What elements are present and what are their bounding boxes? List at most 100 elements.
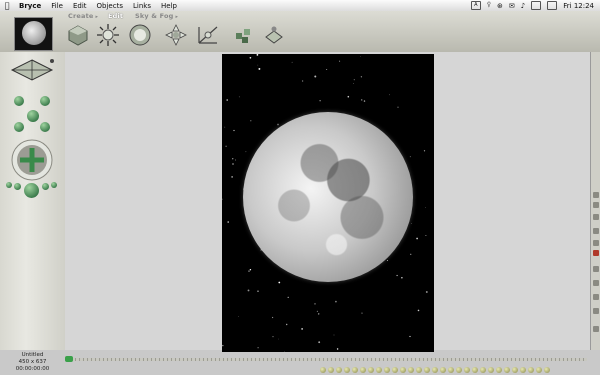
memory-dot[interactable] <box>416 367 422 373</box>
cross-control-bottom-left[interactable] <box>14 122 24 132</box>
memory-dot[interactable] <box>392 367 398 373</box>
memory-dot[interactable] <box>336 367 342 373</box>
star <box>232 163 234 165</box>
side-tool-1[interactable] <box>593 192 599 198</box>
memory-dot[interactable] <box>368 367 374 373</box>
menu-edit[interactable]: Edit <box>68 2 92 10</box>
side-tool-10[interactable] <box>593 308 599 314</box>
memory-dot[interactable] <box>504 367 510 373</box>
status-symbol-2[interactable]: ⊛ <box>497 2 503 10</box>
flag-icon[interactable] <box>547 1 558 10</box>
reposition-icon[interactable] <box>164 23 188 47</box>
star <box>222 198 223 200</box>
rotate-icon[interactable] <box>128 23 152 47</box>
side-tool-5[interactable] <box>593 240 599 246</box>
scale-icon[interactable] <box>96 23 120 47</box>
side-tool-6[interactable] <box>593 250 599 256</box>
zoom-dot-5[interactable] <box>51 182 57 188</box>
timeline-track[interactable] <box>67 358 587 361</box>
randomize-icon[interactable] <box>232 23 256 47</box>
align-icon[interactable] <box>196 23 220 47</box>
memory-dot[interactable] <box>424 367 430 373</box>
timeline-scrubber[interactable] <box>65 356 73 362</box>
camera-control-palette <box>0 52 66 350</box>
star <box>238 96 240 98</box>
star <box>238 316 239 317</box>
apple-menu-icon[interactable]:  <box>0 1 14 10</box>
memory-dot[interactable] <box>488 367 494 373</box>
memory-dot[interactable] <box>360 367 366 373</box>
memory-dot[interactable] <box>448 367 454 373</box>
edit-toolbar: Create ▸ Edit Sky & Fog ▸ <box>0 11 600 52</box>
memory-dot[interactable] <box>344 367 350 373</box>
memory-dot[interactable] <box>528 367 534 373</box>
cross-control-left[interactable] <box>14 96 24 106</box>
cross-control-bottom-right[interactable] <box>40 122 50 132</box>
work-area[interactable] <box>65 52 590 352</box>
memory-dot[interactable] <box>472 367 478 373</box>
move-icon[interactable] <box>66 23 90 47</box>
star <box>361 312 363 314</box>
side-tool-9[interactable] <box>593 294 599 300</box>
view-cube-icon[interactable] <box>8 56 56 86</box>
status-symbol-3[interactable]: ✉ <box>509 2 515 10</box>
side-tool-2[interactable] <box>593 202 599 208</box>
nano-preview[interactable] <box>14 17 53 51</box>
memory-dot[interactable] <box>512 367 518 373</box>
menu-file[interactable]: File <box>46 2 68 10</box>
star <box>248 270 250 272</box>
document-dimensions: 450 x 637 <box>18 359 47 365</box>
memory-dot[interactable] <box>480 367 486 373</box>
zoom-dot-2[interactable] <box>14 183 21 190</box>
memory-dot[interactable] <box>400 367 406 373</box>
star <box>425 234 427 237</box>
side-tool-palette <box>590 52 600 350</box>
memory-dot[interactable] <box>432 367 438 373</box>
cross-control-center[interactable] <box>27 110 39 122</box>
side-tool-8[interactable] <box>593 280 599 286</box>
memory-dot[interactable] <box>464 367 470 373</box>
star <box>257 64 259 66</box>
adobe-icon[interactable]: A <box>470 1 481 10</box>
star <box>278 281 281 284</box>
memory-dot[interactable] <box>496 367 502 373</box>
memory-dot[interactable] <box>320 367 326 373</box>
tab-sky-fog[interactable]: Sky & Fog ▸ <box>135 12 178 20</box>
star <box>258 67 261 70</box>
clock[interactable]: Fri 12:24 <box>563 2 594 10</box>
zoom-dot-1[interactable] <box>6 182 12 188</box>
tab-edit[interactable]: Edit <box>108 12 123 20</box>
status-symbol-1[interactable]: ⍢ <box>487 1 491 10</box>
memory-dot[interactable] <box>440 367 446 373</box>
star <box>353 83 354 84</box>
menu-app-name[interactable]: Bryce <box>14 2 46 10</box>
cross-control-right[interactable] <box>40 96 50 106</box>
memory-dot[interactable] <box>544 367 550 373</box>
memory-dot[interactable] <box>536 367 542 373</box>
memory-dot[interactable] <box>352 367 358 373</box>
battery-icon[interactable] <box>531 1 542 10</box>
memory-dot[interactable] <box>328 367 334 373</box>
memory-dot[interactable] <box>408 367 414 373</box>
menu-links[interactable]: Links <box>128 2 156 10</box>
menu-help[interactable]: Help <box>156 2 182 10</box>
memory-dot[interactable] <box>520 367 526 373</box>
side-tool-3[interactable] <box>593 214 599 220</box>
render-scene[interactable] <box>222 54 434 352</box>
memory-dot[interactable] <box>456 367 462 373</box>
zoom-dot-4[interactable] <box>42 183 49 190</box>
memory-dot[interactable] <box>376 367 382 373</box>
zoom-dot-3[interactable] <box>24 183 39 198</box>
side-tool-7[interactable] <box>593 266 599 272</box>
side-tool-11[interactable] <box>593 326 599 332</box>
trackball-icon[interactable] <box>10 138 54 182</box>
volume-icon[interactable]: ♪ <box>521 2 525 10</box>
star <box>233 129 235 132</box>
memory-dots <box>320 366 550 374</box>
star <box>250 120 252 122</box>
memory-dot[interactable] <box>384 367 390 373</box>
menu-objects[interactable]: Objects <box>92 2 128 10</box>
tab-create[interactable]: Create ▸ <box>68 12 98 20</box>
side-tool-4[interactable] <box>593 228 599 234</box>
material-icon[interactable] <box>262 23 286 47</box>
